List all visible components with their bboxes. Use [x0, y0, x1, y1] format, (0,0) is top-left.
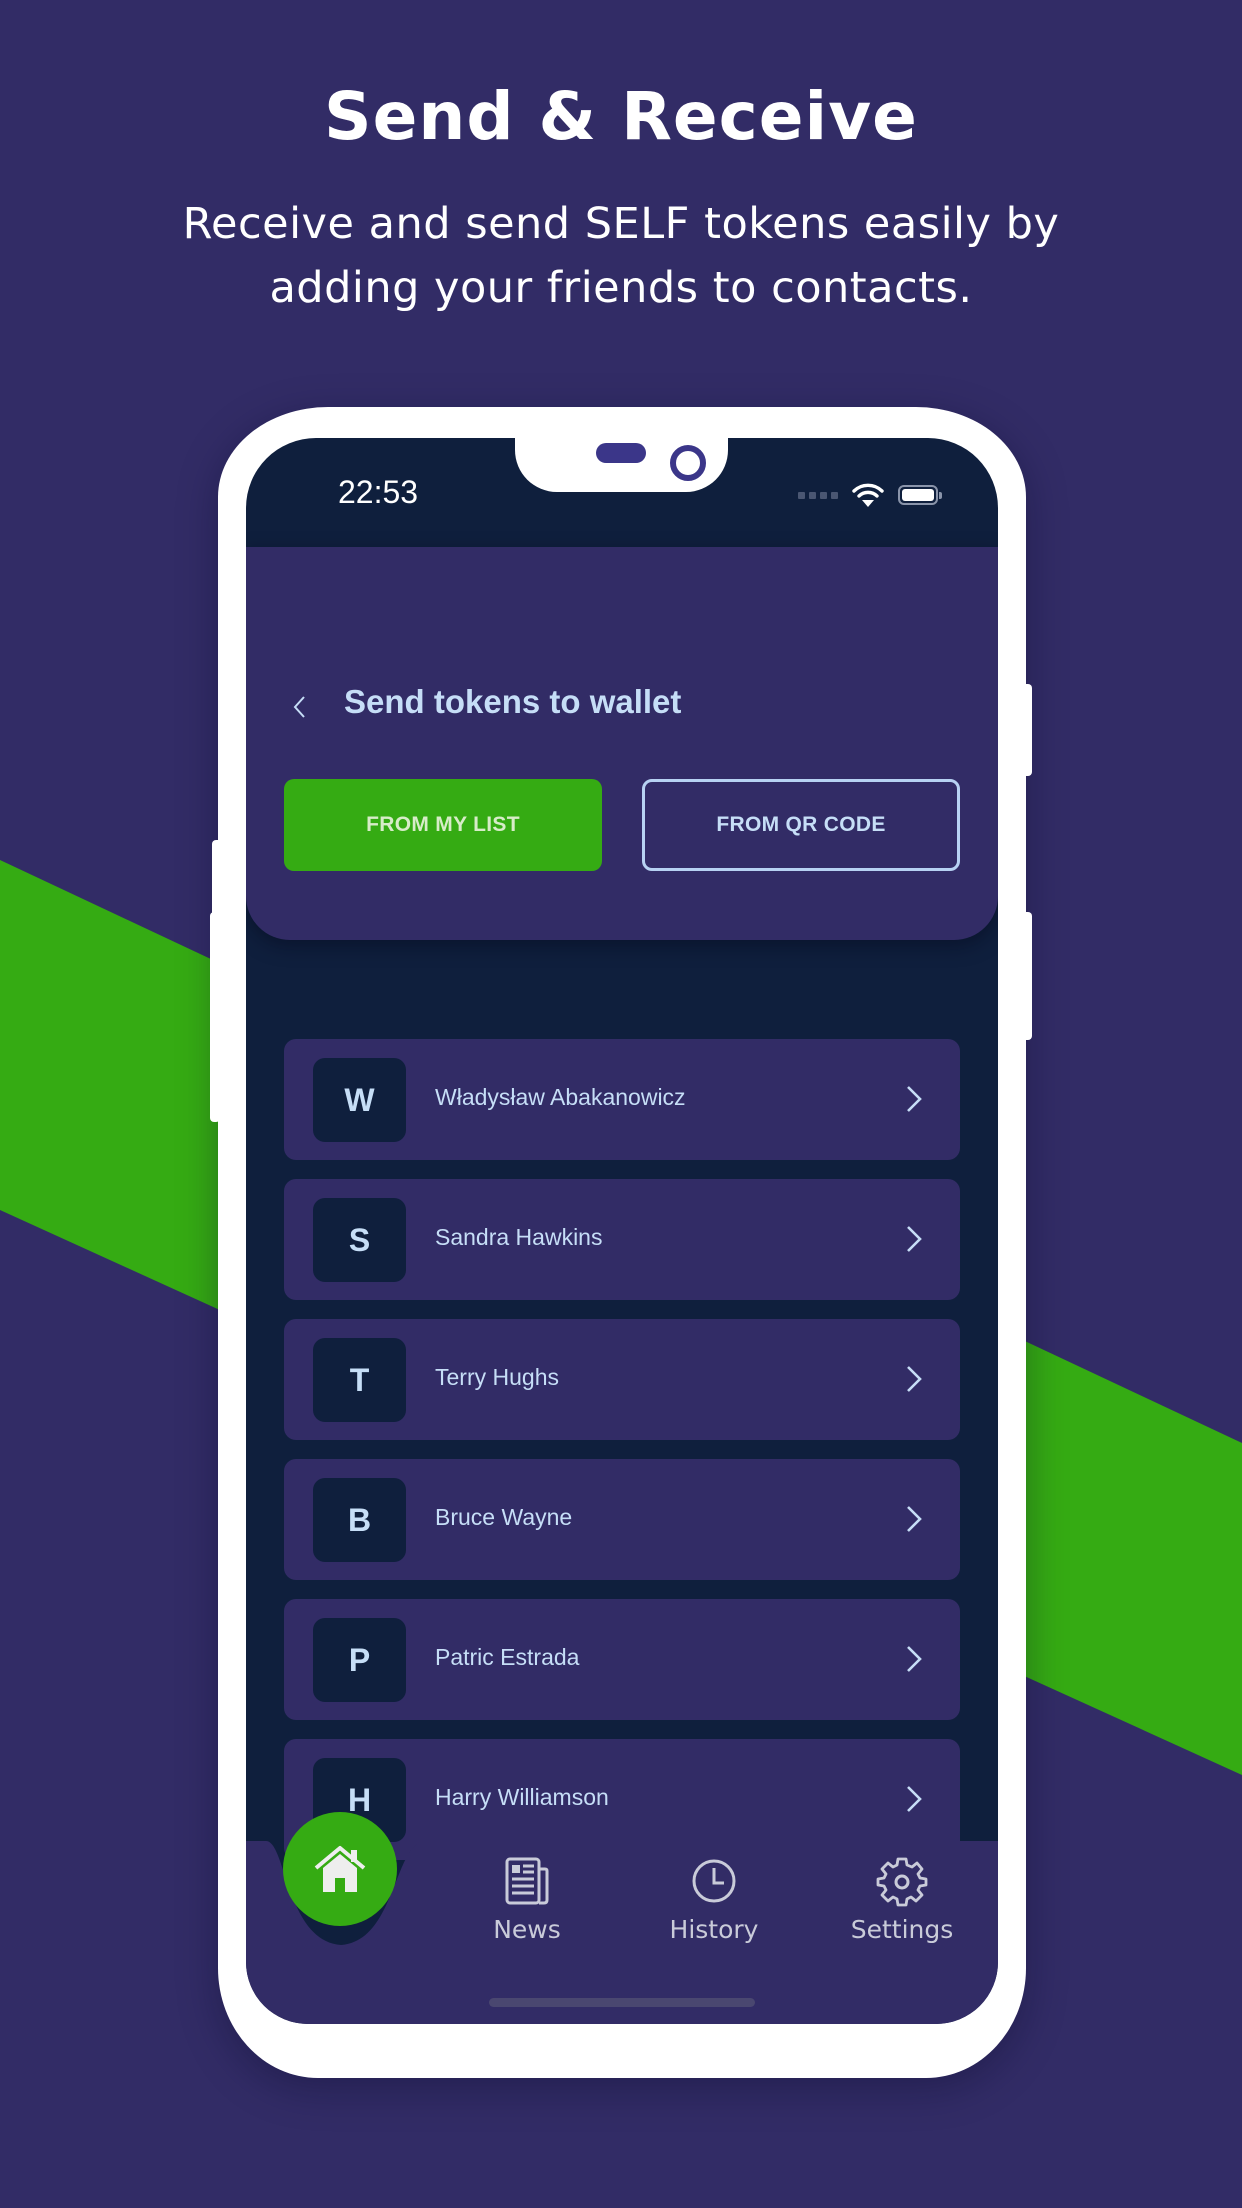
phone-side-button — [1022, 684, 1032, 776]
header-card: Send tokens to wallet FROM MY LIST FROM … — [246, 547, 998, 940]
home-button[interactable] — [283, 1812, 397, 1926]
contact-item[interactable]: S Sandra Hawkins — [284, 1179, 960, 1300]
contact-name: Terry Hughs — [435, 1364, 559, 1390]
contact-item[interactable]: W Władysław Abakanowicz — [284, 1039, 960, 1160]
from-my-list-button[interactable]: FROM MY LIST — [284, 779, 602, 871]
status-icons — [798, 482, 942, 508]
contact-name: Harry Williamson — [435, 1784, 609, 1810]
contact-item[interactable]: B Bruce Wayne — [284, 1459, 960, 1580]
home-icon — [314, 1846, 366, 1892]
nav-item-news[interactable]: News — [462, 1855, 592, 1944]
chevron-left-icon — [293, 696, 305, 718]
promo-subtitle: Receive and send SELF tokens easily by a… — [182, 199, 1060, 313]
contact-name: Sandra Hawkins — [435, 1224, 603, 1250]
avatar: S — [313, 1198, 406, 1282]
back-button[interactable] — [284, 687, 314, 727]
promo-title: Send & Receive — [324, 78, 918, 155]
contact-name: Bruce Wayne — [435, 1504, 573, 1530]
home-indicator — [489, 1998, 755, 2007]
phone-side-button — [210, 912, 220, 1122]
speaker-grille — [596, 443, 646, 463]
wifi-icon — [852, 483, 884, 507]
chevron-right-icon — [907, 1226, 922, 1252]
phone-side-button — [1022, 912, 1032, 1040]
avatar: B — [313, 1478, 406, 1562]
page-title: Send tokens to wallet — [344, 683, 682, 720]
clock-icon — [692, 1859, 736, 1903]
phone-side-button — [212, 840, 222, 920]
nav-label: Settings — [850, 1915, 954, 1944]
avatar: P — [313, 1618, 406, 1702]
camera-icon — [670, 445, 706, 481]
chevron-right-icon — [907, 1506, 922, 1532]
chevron-right-icon — [907, 1646, 922, 1672]
contact-item[interactable]: T Terry Hughs — [284, 1319, 960, 1440]
nav-item-history[interactable]: History — [649, 1855, 779, 1944]
chevron-right-icon — [907, 1786, 922, 1812]
chevron-right-icon — [907, 1366, 922, 1392]
bottom-navigation: News History Settings — [246, 1812, 998, 2024]
camera-notch — [515, 438, 728, 492]
nav-label: History — [669, 1915, 759, 1944]
phone-screen: W Władysław Abakanowicz S Sandra Hawkins… — [246, 438, 998, 2024]
chevron-right-icon — [907, 1086, 922, 1112]
newspaper-icon — [505, 1857, 549, 1905]
contact-item[interactable]: P Patric Estrada — [284, 1599, 960, 1720]
contact-name: Patric Estrada — [435, 1644, 580, 1670]
nav-label: News — [493, 1915, 561, 1944]
battery-icon — [898, 485, 942, 505]
gear-icon — [876, 1857, 928, 1907]
avatar: W — [313, 1058, 406, 1142]
nav-item-settings[interactable]: Settings — [837, 1855, 967, 1944]
from-qr-code-button[interactable]: FROM QR CODE — [642, 779, 960, 871]
avatar: T — [313, 1338, 406, 1422]
status-time: 22:53 — [338, 474, 419, 510]
contact-name: Władysław Abakanowicz — [435, 1084, 686, 1110]
signal-icon — [798, 491, 838, 499]
